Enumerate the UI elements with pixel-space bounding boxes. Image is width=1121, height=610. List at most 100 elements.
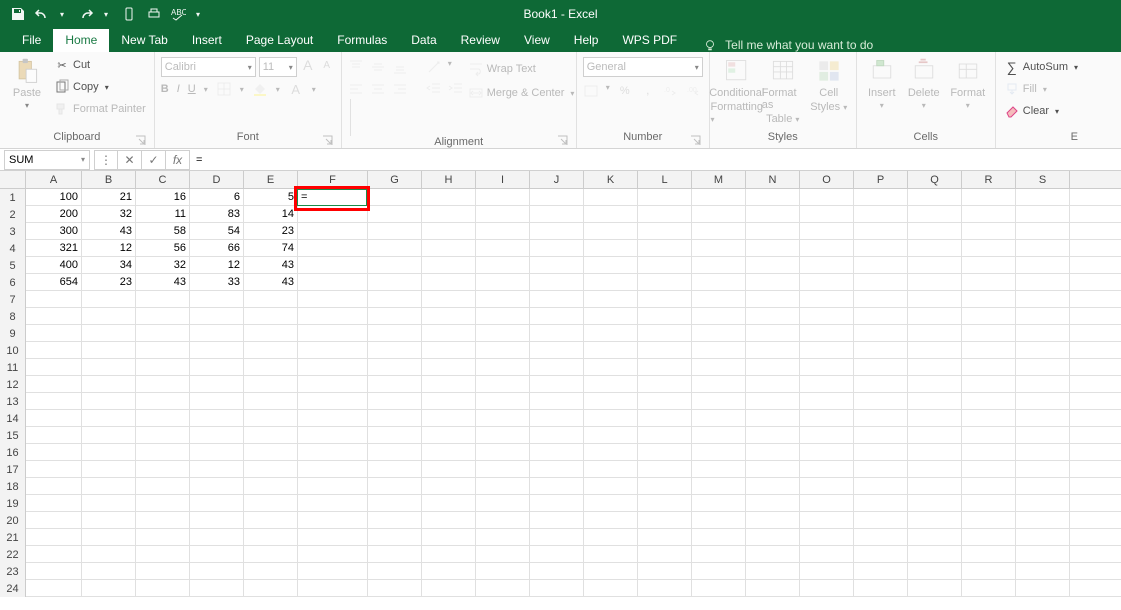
cell[interactable]: 23 — [244, 223, 298, 239]
cell[interactable] — [800, 223, 854, 239]
cell[interactable] — [82, 325, 136, 341]
cell[interactable] — [746, 274, 800, 290]
cell[interactable] — [746, 580, 800, 596]
cell[interactable] — [26, 444, 82, 460]
tab-page-layout[interactable]: Page Layout — [234, 29, 325, 52]
cell[interactable] — [638, 325, 692, 341]
cell[interactable] — [584, 359, 638, 375]
cell[interactable]: 16 — [136, 189, 190, 205]
cell[interactable] — [746, 512, 800, 528]
cell[interactable] — [908, 444, 962, 460]
cell[interactable] — [368, 359, 422, 375]
autosum-button[interactable]: ∑AutoSum▾ — [1002, 57, 1080, 77]
orientation-icon[interactable] — [426, 59, 442, 75]
cell[interactable] — [244, 410, 298, 426]
cell[interactable] — [26, 478, 82, 494]
cell[interactable] — [368, 206, 422, 222]
cell[interactable] — [584, 325, 638, 341]
align-left-icon[interactable] — [348, 81, 364, 97]
cell[interactable]: 11 — [136, 206, 190, 222]
cell[interactable] — [476, 529, 530, 545]
cell[interactable] — [800, 257, 854, 273]
cell[interactable] — [638, 512, 692, 528]
cell[interactable] — [136, 461, 190, 477]
align-middle-icon[interactable] — [370, 59, 386, 75]
cell[interactable] — [422, 376, 476, 392]
cell[interactable] — [908, 206, 962, 222]
cell[interactable] — [368, 393, 422, 409]
cell[interactable] — [962, 325, 1016, 341]
column-header[interactable]: R — [962, 171, 1016, 188]
column-header[interactable]: E — [244, 171, 298, 188]
cell[interactable] — [1016, 189, 1070, 205]
delete-cells-button[interactable]: Delete▾ — [905, 55, 943, 110]
align-center-icon[interactable] — [370, 81, 386, 97]
cell[interactable]: 300 — [26, 223, 82, 239]
column-header[interactable]: I — [476, 171, 530, 188]
cell[interactable]: 43 — [244, 257, 298, 273]
cell[interactable] — [530, 478, 584, 494]
spreadsheet-grid[interactable]: ABCDEFGHIJKLMNOPQRS 1100211665=220032118… — [0, 171, 1121, 597]
cell[interactable] — [800, 512, 854, 528]
cell[interactable]: 43 — [244, 274, 298, 290]
cell[interactable] — [584, 478, 638, 494]
row-header[interactable]: 23 — [0, 563, 26, 580]
cell[interactable] — [298, 257, 368, 273]
insert-cells-button[interactable]: Insert▾ — [863, 55, 901, 110]
cell[interactable] — [800, 342, 854, 358]
increase-decimal-icon[interactable]: .0 — [663, 83, 679, 99]
cell[interactable] — [746, 291, 800, 307]
cell[interactable] — [962, 546, 1016, 562]
tab-new-tab[interactable]: New Tab — [109, 29, 179, 52]
cell[interactable] — [82, 359, 136, 375]
cell[interactable] — [298, 478, 368, 494]
cell[interactable] — [298, 495, 368, 511]
cell[interactable] — [26, 342, 82, 358]
fill-color-icon[interactable] — [252, 81, 268, 97]
cell[interactable] — [422, 291, 476, 307]
cell[interactable] — [82, 529, 136, 545]
cell[interactable] — [692, 325, 746, 341]
cell[interactable] — [244, 342, 298, 358]
cell[interactable] — [746, 206, 800, 222]
cell[interactable] — [584, 308, 638, 324]
cell[interactable] — [584, 376, 638, 392]
cell[interactable] — [530, 325, 584, 341]
cell[interactable] — [82, 393, 136, 409]
cell[interactable] — [136, 495, 190, 511]
cell[interactable] — [244, 376, 298, 392]
cell[interactable] — [476, 427, 530, 443]
cell[interactable] — [692, 308, 746, 324]
cell[interactable] — [476, 444, 530, 460]
cell[interactable] — [854, 461, 908, 477]
font-size-combo[interactable]: 11▾ — [259, 57, 297, 77]
cell[interactable] — [244, 427, 298, 443]
cell[interactable] — [190, 478, 244, 494]
cell[interactable] — [1016, 512, 1070, 528]
cell[interactable]: 43 — [82, 223, 136, 239]
cell[interactable] — [136, 512, 190, 528]
tab-home[interactable]: Home — [53, 29, 109, 52]
cell[interactable] — [962, 291, 1016, 307]
cell[interactable] — [584, 257, 638, 273]
cell[interactable] — [190, 325, 244, 341]
cell[interactable] — [692, 240, 746, 256]
cell[interactable] — [854, 580, 908, 596]
cell[interactable] — [422, 359, 476, 375]
cell[interactable] — [800, 580, 854, 596]
cell[interactable] — [298, 427, 368, 443]
row-header[interactable]: 20 — [0, 512, 26, 529]
cell[interactable] — [476, 240, 530, 256]
cell[interactable] — [800, 359, 854, 375]
cell[interactable] — [298, 580, 368, 596]
cut-button[interactable]: ✂Cut — [52, 55, 148, 75]
cell[interactable] — [26, 325, 82, 341]
tab-insert[interactable]: Insert — [180, 29, 234, 52]
cell[interactable] — [244, 529, 298, 545]
row-header[interactable]: 15 — [0, 427, 26, 444]
cell[interactable] — [1016, 461, 1070, 477]
cell[interactable] — [422, 240, 476, 256]
cell[interactable] — [854, 512, 908, 528]
cell[interactable] — [368, 529, 422, 545]
cell[interactable]: 23 — [82, 274, 136, 290]
